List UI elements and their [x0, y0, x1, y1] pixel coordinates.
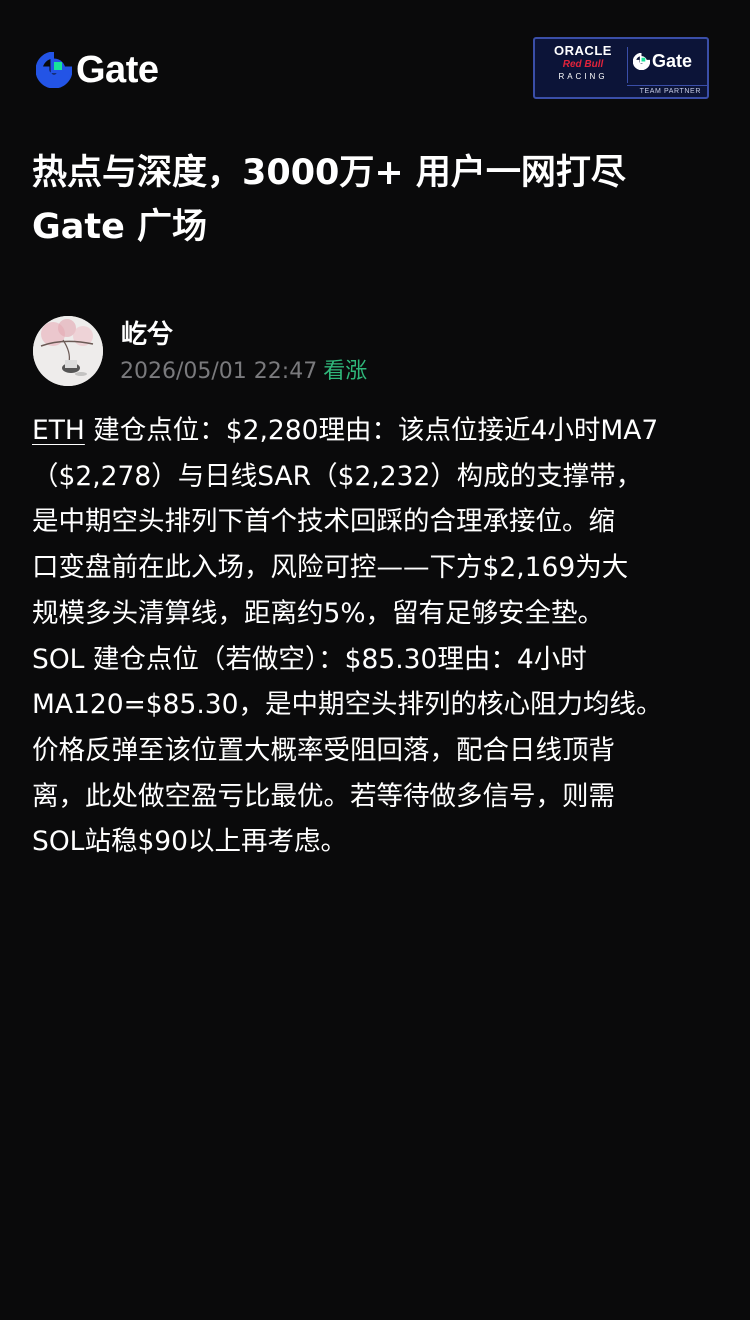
gate-logo-icon [633, 52, 650, 70]
ticker-link-eth[interactable]: ETH [32, 415, 85, 446]
team-partner-label: TEAM PARTNER [639, 88, 701, 95]
gate-logo-icon [36, 52, 72, 88]
app-header: Gate ORACLE Red Bull RACING Gate TEAM PA… [0, 0, 750, 140]
post-line: ETH 建仓点位：$2,280理由：该点位接近4小时MA7 [32, 408, 728, 454]
oracle-redbull-logo: ORACLE Red Bull RACING [543, 44, 623, 82]
post-line: 口变盘前在此入场，风险可控——下方$2,169为大 [32, 552, 629, 584]
post-meta: 2026/05/01 22:47 看涨 [120, 356, 367, 388]
post-line: MA120=$85.30，是中期空头排列的核心阻力均线。 [32, 689, 663, 721]
post-content: ETH 建仓点位：$2,280理由：该点位接近4小时MA7 （$2,278）与日… [32, 408, 728, 865]
post-line: 离，此处做空盈亏比最优。若等待做多信号，则需 [32, 780, 615, 812]
avatar[interactable] [33, 316, 103, 386]
badge-underline [627, 85, 707, 86]
author-name[interactable]: 屹兮 [121, 318, 173, 352]
page-headline: 热点与深度，3000万+ 用户一网打尽 Gate 广场 [32, 146, 722, 254]
post-timestamp: 2026/05/01 22:47 [120, 359, 318, 384]
post-line: SOL站稳$90以上再考虑。 [32, 826, 348, 858]
post-line: （$2,278）与日线SAR（$2,232）构成的支撑带， [32, 460, 643, 492]
headline-line-1: 热点与深度，3000万+ 用户一网打尽 [32, 153, 626, 193]
post-line: 价格反弹至该位置大概率受阻回落，配合日线顶背 [32, 734, 615, 766]
post-line: 规模多头清算线，距离约5%，留有足够安全垫。 [32, 597, 605, 629]
avatar-image [33, 316, 103, 386]
brand-name: Gate [76, 49, 159, 91]
team-partner-badge: ORACLE Red Bull RACING Gate TEAM PARTNER [533, 37, 709, 99]
oracle-wordmark: ORACLE [554, 43, 612, 58]
badge-divider [627, 47, 628, 83]
post-line: SOL 建仓点位（若做空）：$85.30理由：4小时 [32, 643, 587, 675]
post-author-row: 屹兮 2026/05/01 22:47 看涨 [33, 316, 713, 388]
post-line: 是中期空头排列下首个技术回踩的合理承接位。缩 [32, 506, 615, 538]
badge-gate-word: Gate [652, 51, 693, 71]
badge-gate-logo: Gate [633, 51, 692, 71]
sentiment-badge: 看涨 [323, 359, 368, 384]
gate-logo[interactable]: Gate [36, 49, 159, 91]
redbull-wordmark: Red Bull [562, 59, 604, 70]
headline-line-2: Gate 广场 [32, 207, 208, 247]
post-line-text: 建仓点位：$2,280理由：该点位接近4小时MA7 [84, 415, 659, 446]
racing-wordmark: RACING [558, 72, 608, 81]
